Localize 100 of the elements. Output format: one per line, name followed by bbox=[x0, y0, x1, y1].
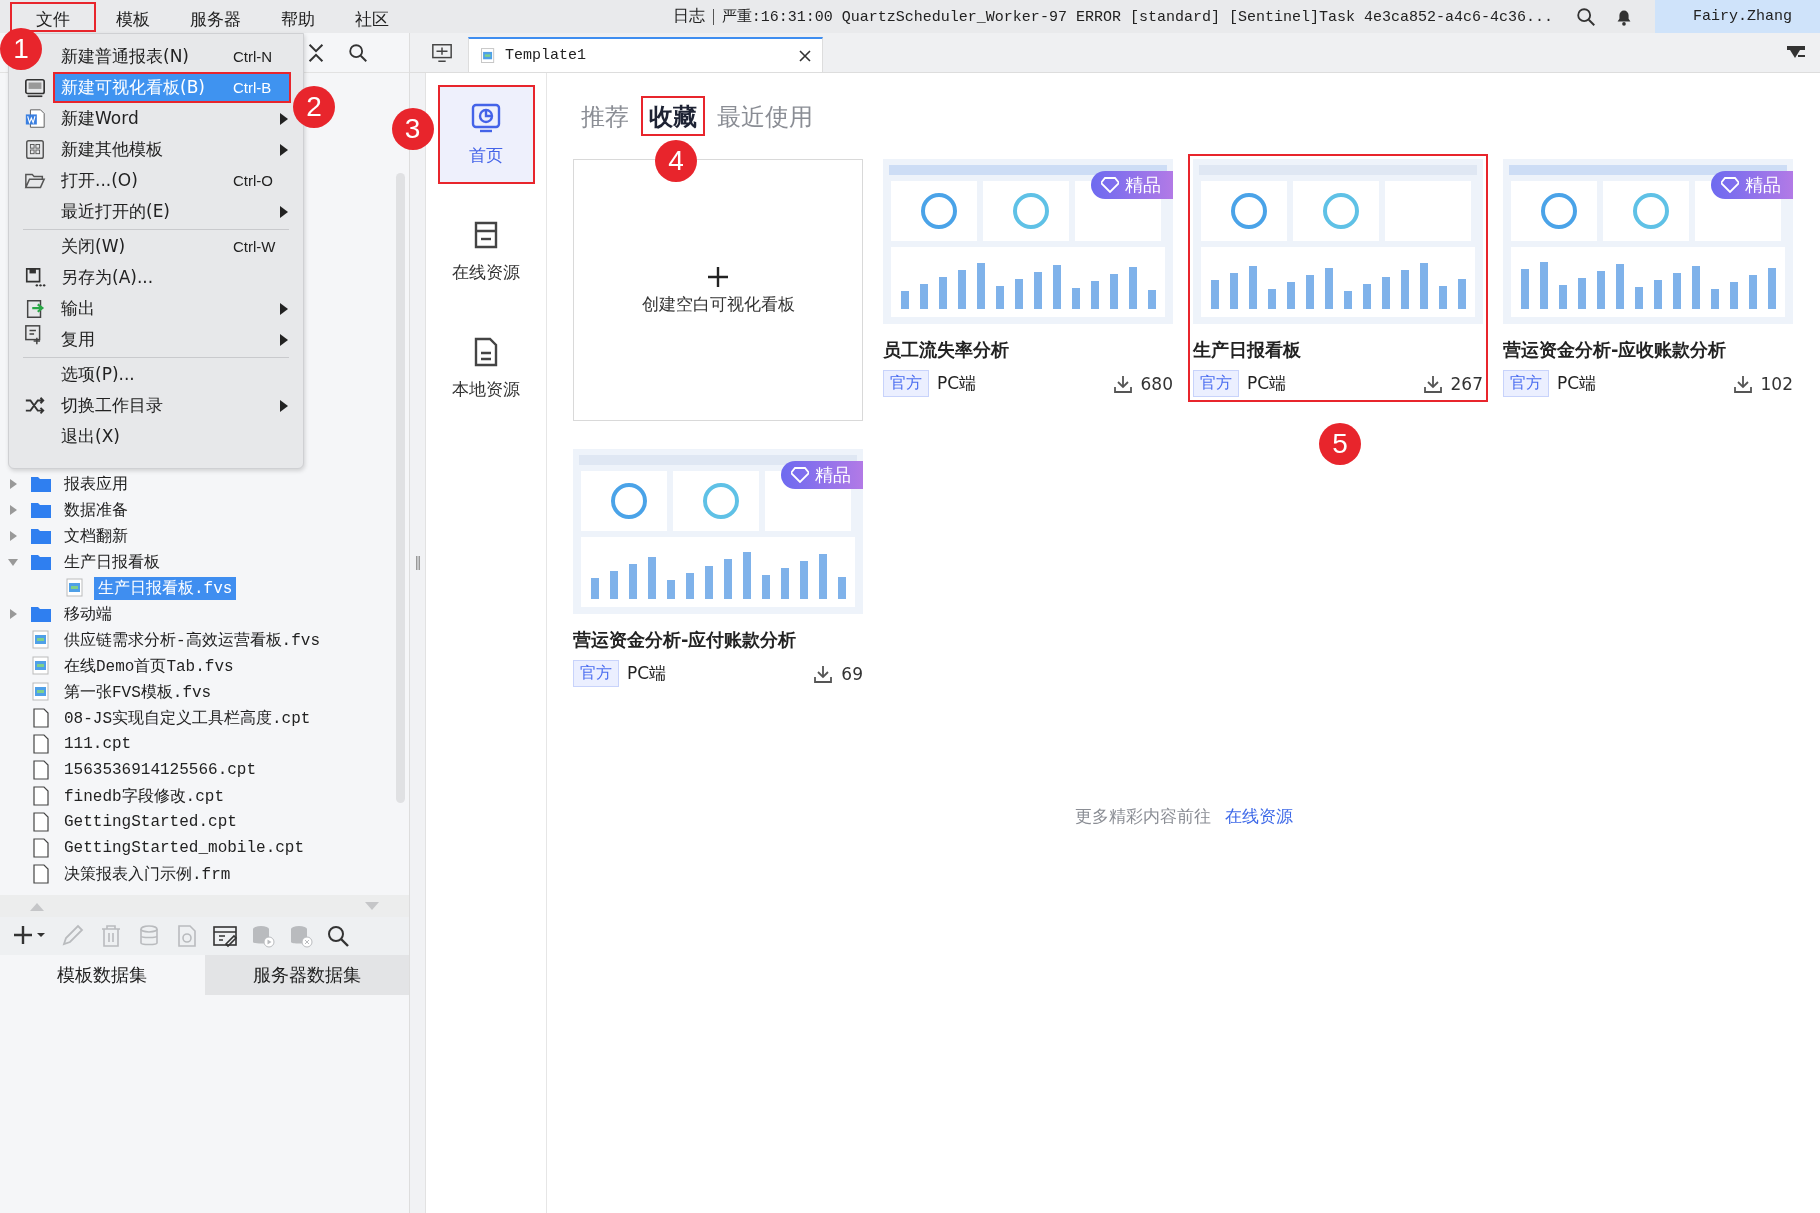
tree-item[interactable]: 111.cpt bbox=[60, 734, 136, 754]
menu-item[interactable]: 打开...(O) Ctrl-O bbox=[53, 165, 291, 196]
monitor-icon bbox=[23, 76, 47, 99]
scroll-up-icon[interactable] bbox=[30, 901, 44, 911]
template-title: 营运资金分析-应付账款分析 bbox=[573, 628, 798, 652]
menu-item[interactable]: 模板 bbox=[96, 1, 170, 32]
step-number-marker: 5 bbox=[1319, 423, 1361, 465]
menu-item[interactable]: 新建普通报表(N) Ctrl-N bbox=[53, 41, 291, 72]
table-edit-icon[interactable] bbox=[212, 924, 238, 948]
step-number-marker: 4 bbox=[655, 140, 697, 182]
editor-tab[interactable]: Template1 bbox=[468, 37, 823, 72]
shortcut-label: Ctrl-B bbox=[233, 79, 273, 96]
submenu-arrow-icon bbox=[279, 143, 289, 156]
word-document-icon bbox=[23, 107, 47, 130]
menu-item-label: 最近打开的(E) bbox=[61, 200, 170, 223]
create-card-label: 创建空白可视化看板 bbox=[641, 292, 795, 316]
menu-item[interactable]: 社区 bbox=[335, 1, 409, 32]
shortcut-label: Ctrl-W bbox=[233, 238, 277, 255]
template-card[interactable]: 生产日报看板 官方 PC端 267 bbox=[1188, 154, 1488, 402]
grip-icon bbox=[415, 556, 420, 570]
tree-item[interactable]: 供应链需求分析-高效运营看板.fvs bbox=[60, 628, 324, 652]
search-icon[interactable] bbox=[1574, 5, 1597, 28]
download-count: 267 bbox=[1450, 373, 1483, 394]
official-tag: 官方 bbox=[1193, 370, 1239, 397]
tab[interactable]: 服务器数据集 bbox=[204, 955, 409, 995]
tree-item[interactable]: 数据准备 bbox=[60, 498, 132, 522]
premium-badge: 精品 bbox=[1091, 171, 1173, 199]
dashboard-file-icon bbox=[30, 682, 52, 702]
expand-arrow-icon[interactable] bbox=[8, 505, 18, 515]
menu-item[interactable]: 退出(X) bbox=[53, 421, 291, 452]
tree-item[interactable]: 1563536914125566.cpt bbox=[60, 760, 261, 780]
menu-item[interactable]: 新建其他模板 bbox=[53, 134, 291, 165]
shuffle-icon bbox=[23, 394, 47, 417]
menu-item[interactable]: 输出 bbox=[53, 293, 291, 324]
submenu-arrow-icon bbox=[279, 205, 289, 218]
menu-item[interactable]: 另存为(A)... bbox=[53, 262, 291, 293]
file-icon bbox=[30, 708, 52, 728]
footer-text: 更多精彩内容前往 bbox=[1074, 805, 1211, 828]
log-label[interactable]: 日志 bbox=[672, 6, 705, 27]
submenu-arrow-icon bbox=[279, 333, 289, 346]
expand-arrow-icon[interactable] bbox=[8, 531, 18, 541]
search-icon[interactable] bbox=[347, 41, 369, 64]
menu-item[interactable]: 关闭(W) Ctrl-W bbox=[53, 231, 291, 262]
platform-label: PC端 bbox=[937, 372, 978, 395]
nav-item[interactable]: 本地资源 bbox=[437, 319, 535, 418]
menu-item[interactable]: 选项(P)... bbox=[53, 359, 291, 390]
platform-label: PC端 bbox=[1247, 372, 1288, 395]
tree-item[interactable]: GettingStarted.cpt bbox=[60, 812, 241, 832]
expand-arrow-icon[interactable] bbox=[8, 609, 18, 619]
tree-item[interactable]: 决策报表入门示例.frm bbox=[60, 862, 235, 886]
diamond-icon bbox=[1721, 177, 1739, 193]
menu-item[interactable]: 切换工作目录 bbox=[53, 390, 291, 421]
log-message: 严重:16:31:00 QuartzScheduler_Worker-97 ERROR [standard] [Sentinel]Task 4e3ca852-a4c6-4c36... bbox=[721, 7, 1553, 26]
file-icon bbox=[30, 786, 52, 806]
tree-item[interactable]: 第一张FVS模板.fvs bbox=[60, 680, 216, 704]
nav-item[interactable]: 首页 bbox=[437, 85, 535, 184]
menu-item-label: 选项(P)... bbox=[61, 363, 135, 386]
tree-item[interactable]: finedb字段修改.cpt bbox=[60, 784, 228, 808]
download-icon bbox=[813, 663, 834, 684]
tree-item[interactable]: 在线Demo首页Tab.fvs bbox=[60, 654, 238, 678]
tree-item[interactable]: 报表应用 bbox=[60, 472, 132, 496]
menu-item-label: 复用 bbox=[61, 328, 95, 351]
tab-label: Template1 bbox=[505, 47, 587, 64]
expand-arrow-icon[interactable] bbox=[8, 479, 18, 489]
collapse-arrow-icon[interactable] bbox=[8, 557, 18, 567]
user-name[interactable]: Fairy.Zhang bbox=[1654, 0, 1820, 33]
folder-icon bbox=[30, 500, 52, 520]
file-icon bbox=[30, 734, 52, 754]
file-icon bbox=[30, 760, 52, 780]
tree-item[interactable]: GettingStarted_mobile.cpt bbox=[60, 838, 309, 858]
dashboard-file-icon bbox=[30, 656, 52, 676]
official-tag: 官方 bbox=[573, 660, 619, 687]
tree-item[interactable]: 生产日报看板 bbox=[60, 550, 164, 574]
menu-item[interactable]: 新建Word bbox=[53, 103, 291, 134]
plus-icon bbox=[706, 264, 730, 289]
diamond-icon bbox=[1101, 177, 1119, 193]
file-icon bbox=[30, 838, 52, 858]
official-tag: 官方 bbox=[883, 370, 929, 397]
folder-icon bbox=[30, 474, 52, 494]
tree-item[interactable]: 08-JS实现自定义工具栏高度.cpt bbox=[60, 706, 315, 730]
tree-item[interactable]: 移动端 bbox=[60, 602, 116, 626]
dashboard-file-icon bbox=[30, 630, 52, 650]
menu-item[interactable]: 复用 bbox=[53, 324, 291, 355]
tab[interactable]: 收藏 bbox=[641, 96, 705, 136]
menu-item[interactable]: 帮助 bbox=[261, 1, 335, 32]
close-icon[interactable] bbox=[798, 48, 812, 63]
platform-label: PC端 bbox=[627, 662, 668, 685]
shortcut-label: Ctrl-N bbox=[233, 48, 274, 65]
submenu-arrow-icon bbox=[279, 302, 289, 315]
menu-item[interactable]: 服务器 bbox=[170, 1, 261, 32]
scroll-down-icon[interactable] bbox=[365, 901, 379, 911]
diamond-icon bbox=[791, 467, 809, 483]
online-resources-link[interactable]: 在线资源 bbox=[1224, 805, 1293, 828]
folder-icon bbox=[30, 552, 52, 572]
download-icon bbox=[1732, 373, 1753, 394]
step-number-marker: 2 bbox=[293, 86, 335, 128]
menu-item-label: 切换工作目录 bbox=[61, 394, 163, 417]
menu-item[interactable]: 最近打开的(E) bbox=[53, 196, 291, 227]
tree-item[interactable]: 文档翻新 bbox=[60, 524, 132, 548]
nav-item[interactable]: 在线资源 bbox=[437, 202, 535, 301]
